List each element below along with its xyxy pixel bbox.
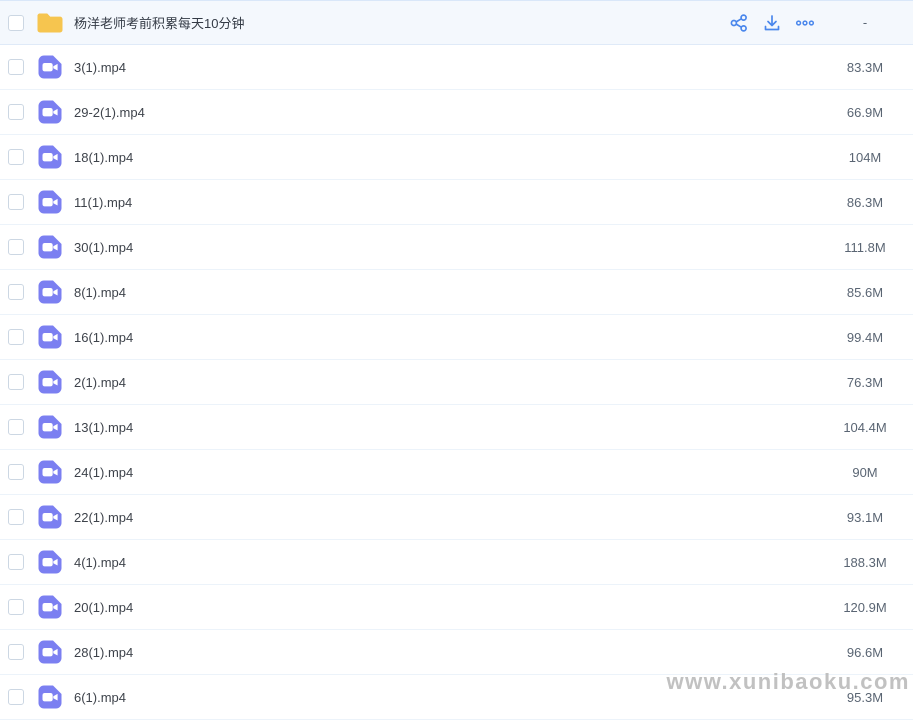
file-size: 96.6M <box>817 645 913 660</box>
share-icon[interactable] <box>729 13 749 33</box>
file-size: 90M <box>817 465 913 480</box>
row-checkbox[interactable] <box>8 284 24 300</box>
row-checkbox[interactable] <box>8 329 24 345</box>
row-checkbox[interactable] <box>8 599 24 615</box>
file-name[interactable]: 8(1).mp4 <box>74 285 126 300</box>
file-row[interactable]: 4(1).mp4 188.3M <box>0 540 913 585</box>
file-size: 104.4M <box>817 420 913 435</box>
file-name[interactable]: 4(1).mp4 <box>74 555 126 570</box>
file-name[interactable]: 11(1).mp4 <box>74 195 132 210</box>
folder-size-placeholder: - <box>817 15 913 30</box>
file-size: 66.9M <box>817 105 913 120</box>
video-file-icon <box>37 504 63 530</box>
file-row[interactable]: 13(1).mp4 104.4M <box>0 405 913 450</box>
file-size: 76.3M <box>817 375 913 390</box>
file-row[interactable]: 3(1).mp4 83.3M <box>0 45 913 90</box>
file-browser: 杨洋老师考前积累每天10分钟 <box>0 0 913 720</box>
video-file-icon <box>37 684 63 710</box>
file-name[interactable]: 18(1).mp4 <box>74 150 133 165</box>
file-row[interactable]: 11(1).mp4 86.3M <box>0 180 913 225</box>
file-size: 85.6M <box>817 285 913 300</box>
file-list: 3(1).mp4 83.3M 29-2(1).mp4 66.9M 18(1).m… <box>0 45 913 720</box>
video-file-icon <box>37 99 63 125</box>
file-row[interactable]: 6(1).mp4 95.3M <box>0 675 913 720</box>
video-file-icon <box>37 144 63 170</box>
more-icon[interactable] <box>795 13 815 33</box>
file-row[interactable]: 20(1).mp4 120.9M <box>0 585 913 630</box>
file-size: 93.1M <box>817 510 913 525</box>
file-row[interactable]: 16(1).mp4 99.4M <box>0 315 913 360</box>
file-size: 95.3M <box>817 690 913 705</box>
file-name[interactable]: 22(1).mp4 <box>74 510 133 525</box>
row-checkbox[interactable] <box>8 149 24 165</box>
folder-actions <box>729 13 815 33</box>
file-row[interactable]: 30(1).mp4 111.8M <box>0 225 913 270</box>
row-checkbox[interactable] <box>8 509 24 525</box>
file-row[interactable]: 2(1).mp4 76.3M <box>0 360 913 405</box>
row-checkbox[interactable] <box>8 59 24 75</box>
video-file-icon <box>37 234 63 260</box>
file-name[interactable]: 30(1).mp4 <box>74 240 133 255</box>
row-checkbox[interactable] <box>8 689 24 705</box>
row-checkbox[interactable] <box>8 419 24 435</box>
download-icon[interactable] <box>762 13 782 33</box>
video-file-icon <box>37 549 63 575</box>
row-checkbox[interactable] <box>8 554 24 570</box>
file-name[interactable]: 29-2(1).mp4 <box>74 105 145 120</box>
file-size: 120.9M <box>817 600 913 615</box>
file-size: 104M <box>817 150 913 165</box>
file-row[interactable]: 29-2(1).mp4 66.9M <box>0 90 913 135</box>
folder-header-row[interactable]: 杨洋老师考前积累每天10分钟 <box>0 0 913 45</box>
video-file-icon <box>37 279 63 305</box>
file-size: 111.8M <box>817 240 913 255</box>
row-checkbox[interactable] <box>8 194 24 210</box>
file-name[interactable]: 24(1).mp4 <box>74 465 133 480</box>
file-name[interactable]: 2(1).mp4 <box>74 375 126 390</box>
file-name[interactable]: 3(1).mp4 <box>74 60 126 75</box>
video-file-icon <box>37 414 63 440</box>
row-checkbox[interactable] <box>8 644 24 660</box>
row-checkbox[interactable] <box>8 104 24 120</box>
file-name[interactable]: 20(1).mp4 <box>74 600 133 615</box>
row-checkbox[interactable] <box>8 374 24 390</box>
file-row[interactable]: 24(1).mp4 90M <box>0 450 913 495</box>
file-size: 188.3M <box>817 555 913 570</box>
file-row[interactable]: 22(1).mp4 93.1M <box>0 495 913 540</box>
file-name[interactable]: 16(1).mp4 <box>74 330 133 345</box>
video-file-icon <box>37 639 63 665</box>
video-file-icon <box>37 54 63 80</box>
file-size: 86.3M <box>817 195 913 210</box>
file-size: 99.4M <box>817 330 913 345</box>
row-checkbox[interactable] <box>8 464 24 480</box>
video-file-icon <box>37 324 63 350</box>
video-file-icon <box>37 369 63 395</box>
folder-title[interactable]: 杨洋老师考前积累每天10分钟 <box>74 13 244 32</box>
video-file-icon <box>37 189 63 215</box>
file-name[interactable]: 28(1).mp4 <box>74 645 133 660</box>
file-name[interactable]: 6(1).mp4 <box>74 690 126 705</box>
file-row[interactable]: 28(1).mp4 96.6M <box>0 630 913 675</box>
select-all-checkbox[interactable] <box>8 15 24 31</box>
row-checkbox[interactable] <box>8 239 24 255</box>
file-size: 83.3M <box>817 60 913 75</box>
video-file-icon <box>37 594 63 620</box>
file-name[interactable]: 13(1).mp4 <box>74 420 133 435</box>
video-file-icon <box>37 459 63 485</box>
file-row[interactable]: 8(1).mp4 85.6M <box>0 270 913 315</box>
file-row[interactable]: 18(1).mp4 104M <box>0 135 913 180</box>
folder-icon <box>36 11 64 35</box>
